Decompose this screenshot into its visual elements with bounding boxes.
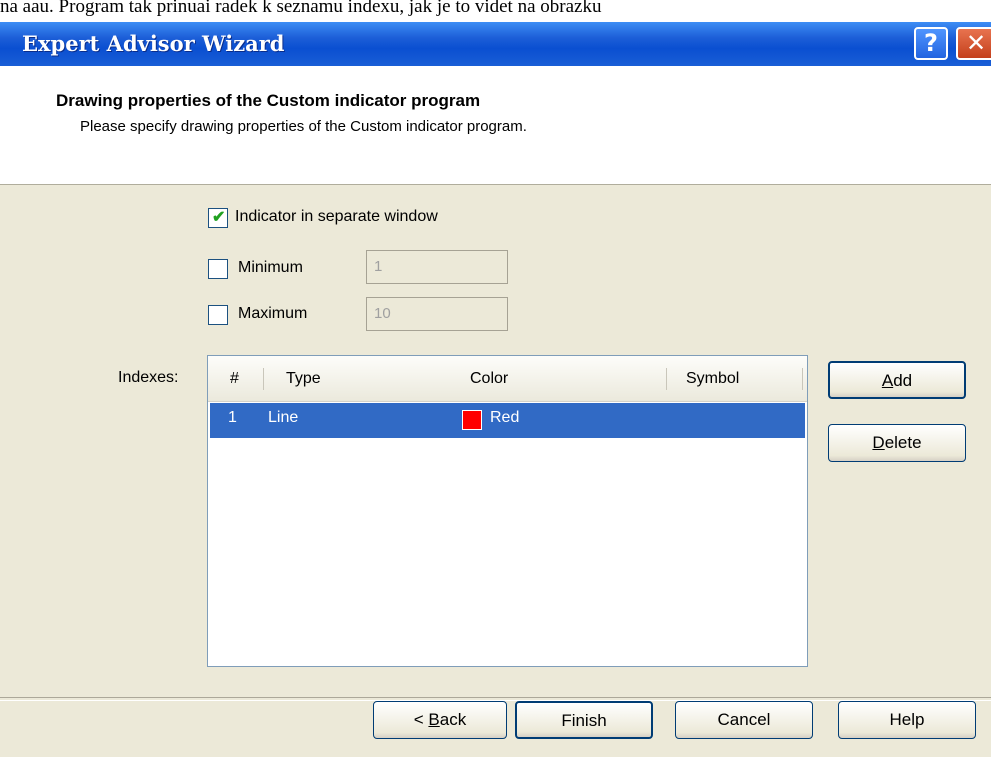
separate-window-label[interactable]: Indicator in separate window — [235, 208, 438, 226]
row-number: 1 — [228, 409, 237, 426]
window-title: Expert Advisor Wizard — [22, 31, 285, 56]
table-row[interactable]: 1 Line Red — [210, 403, 805, 438]
cancel-button[interactable]: Cancel — [675, 701, 813, 739]
column-divider[interactable] — [666, 368, 667, 390]
back-button-label: < Back — [413, 710, 467, 729]
background-caption: na aau. Program tak prinuai radek k sezn… — [0, 0, 991, 22]
indexes-list[interactable]: # Type Color Symbol 1 Line Red — [207, 355, 808, 667]
row-type: Line — [268, 409, 299, 426]
help-button[interactable]: Help — [838, 701, 976, 739]
close-icon[interactable]: ✕ — [956, 27, 991, 60]
column-symbol[interactable]: Symbol — [686, 370, 739, 388]
checkmark-icon: ✔ — [212, 209, 226, 226]
maximum-checkbox[interactable] — [208, 305, 228, 325]
back-button[interactable]: < Back — [373, 701, 507, 739]
minimum-label[interactable]: Minimum — [238, 259, 303, 277]
column-number[interactable]: # — [230, 370, 239, 388]
delete-button[interactable]: Delete — [828, 424, 966, 462]
column-divider[interactable] — [263, 368, 264, 390]
add-button-label: dd — [893, 371, 913, 390]
maximum-label[interactable]: Maximum — [238, 305, 307, 323]
column-type[interactable]: Type — [286, 370, 321, 388]
title-bar[interactable]: Expert Advisor Wizard ? ✕ — [0, 22, 991, 66]
maximum-field[interactable]: 10 — [366, 297, 508, 331]
list-header: # Type Color Symbol — [208, 356, 807, 402]
add-button[interactable]: Add — [828, 361, 966, 399]
delete-button-label: elete — [884, 433, 922, 452]
column-color[interactable]: Color — [470, 370, 508, 388]
column-divider[interactable] — [802, 368, 803, 390]
color-swatch — [462, 410, 482, 430]
wizard-header: Drawing properties of the Custom indicat… — [0, 66, 991, 185]
page-title: Drawing properties of the Custom indicat… — [56, 91, 481, 110]
indexes-label: Indexes: — [118, 369, 179, 386]
separate-window-checkbox[interactable]: ✔ — [208, 208, 228, 228]
minimum-field[interactable]: 1 — [366, 250, 508, 284]
row-color: Red — [490, 409, 520, 426]
page-subtitle: Please specify drawing properties of the… — [80, 118, 527, 135]
help-icon[interactable]: ? — [914, 27, 948, 60]
minimum-checkbox[interactable] — [208, 259, 228, 279]
finish-button[interactable]: Finish — [515, 701, 653, 739]
